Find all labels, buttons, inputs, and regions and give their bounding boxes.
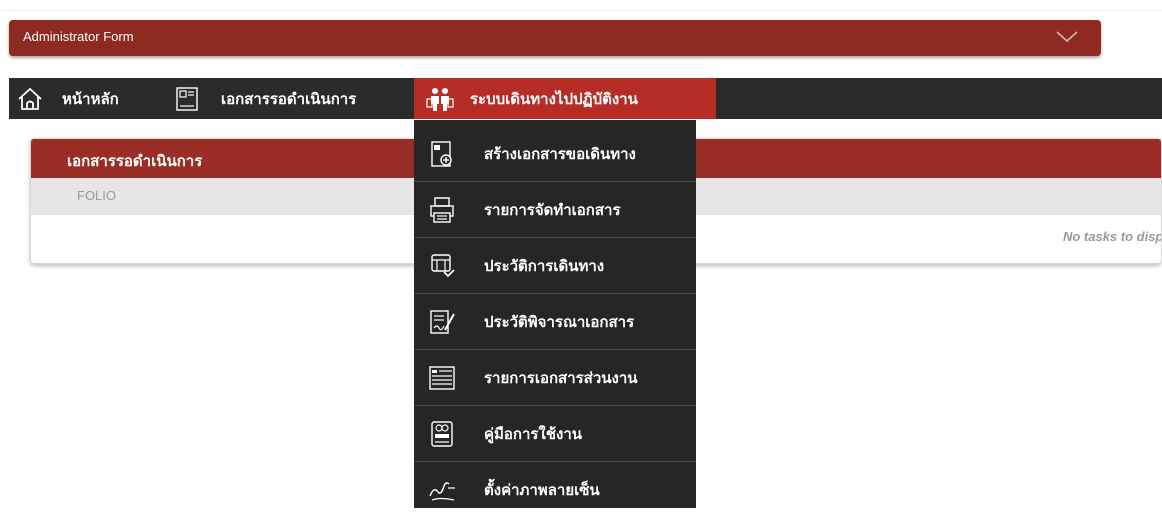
- document-icon: [176, 86, 198, 111]
- travel-history-icon: [431, 253, 455, 277]
- main-navbar: หน้าหลัก เอกสารรอดำเนินการ ระบบเดินทางไป…: [9, 78, 1162, 119]
- menu-item-label: ประวัติพิจารณาเอกสาร: [484, 312, 635, 331]
- menu-item-label: คู่มือการใช้งาน: [484, 424, 582, 443]
- nav-item-label: ระบบเดินทางไปปฏิบัติงาน: [470, 89, 638, 108]
- home-icon: [18, 87, 42, 110]
- nav-item-home[interactable]: หน้าหลัก: [13, 78, 169, 119]
- travel-system-dropdown: สร้างเอกสารขอเดินทาง รายการจัดทำเอกสาร ป…: [414, 120, 696, 508]
- folio-column-label: FOLIO: [77, 188, 117, 203]
- nav-item-label: เอกสารรอดำเนินการ: [221, 89, 357, 108]
- signature-icon: [429, 482, 455, 501]
- document-sign-icon: [430, 309, 455, 334]
- nav-item-pending-documents[interactable]: เอกสารรอดำเนินการ: [173, 78, 419, 119]
- travelers-icon: [426, 87, 454, 111]
- administrator-form-title: Administrator Form: [23, 29, 134, 44]
- menu-item-department-documents[interactable]: รายการเอกสารส่วนงาน: [414, 350, 696, 406]
- empty-tasks-message: No tasks to displ: [1062, 229, 1162, 244]
- document-list-icon: [429, 365, 455, 390]
- menu-item-signature-settings[interactable]: ตั้งค่าภาพลายเซ็น: [414, 462, 696, 518]
- nav-item-label: หน้าหลัก: [62, 89, 119, 108]
- menu-item-travel-history[interactable]: ประวัติการเดินทาง: [414, 238, 696, 294]
- guide-icon: [431, 420, 453, 447]
- menu-item-document-review-history[interactable]: ประวัติพิจารณาเอกสาร: [414, 294, 696, 350]
- new-document-icon: [431, 140, 452, 167]
- chevron-down-icon[interactable]: [1055, 30, 1079, 44]
- menu-item-user-guide[interactable]: คู่มือการใช้งาน: [414, 406, 696, 462]
- menu-item-label: รายการจัดทำเอกสาร: [484, 200, 621, 219]
- panel-title: เอกสารรอดำเนินการ: [67, 152, 203, 170]
- menu-item-label: ประวัติการเดินทาง: [484, 256, 605, 275]
- menu-item-label: สร้างเอกสารขอเดินทาง: [484, 144, 636, 163]
- menu-item-create-travel-request[interactable]: สร้างเอกสารขอเดินทาง: [414, 126, 696, 182]
- menu-item-label: รายการเอกสารส่วนงาน: [484, 368, 638, 387]
- top-divider: [0, 10, 1162, 11]
- nav-item-travel-system[interactable]: ระบบเดินทางไปปฏิบัติงาน: [414, 78, 716, 119]
- menu-item-label: ตั้งค่าภาพลายเซ็น: [484, 481, 600, 499]
- administrator-form-bar[interactable]: Administrator Form: [9, 20, 1101, 56]
- menu-item-document-preparation[interactable]: รายการจัดทำเอกสาร: [414, 182, 696, 238]
- printer-icon: [430, 196, 454, 223]
